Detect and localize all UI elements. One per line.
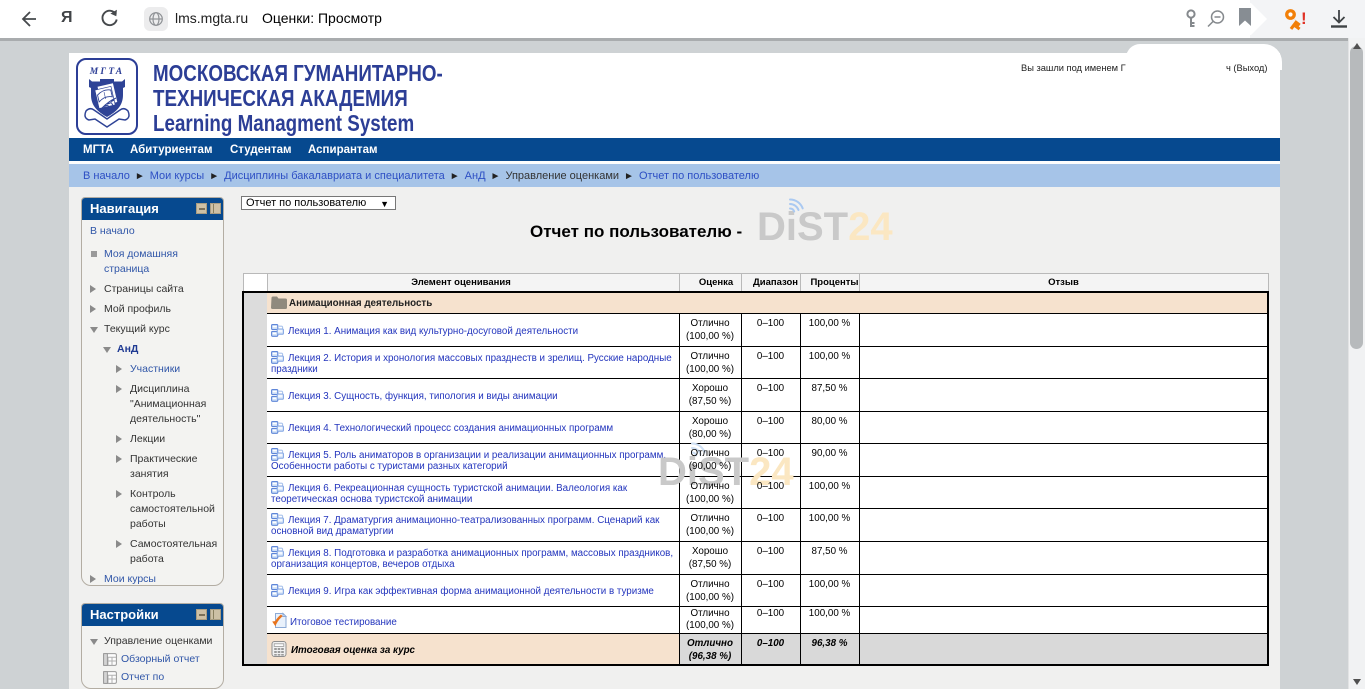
svg-text:МГТА: МГТА [89, 67, 125, 77]
svg-text:!: ! [1301, 9, 1307, 28]
